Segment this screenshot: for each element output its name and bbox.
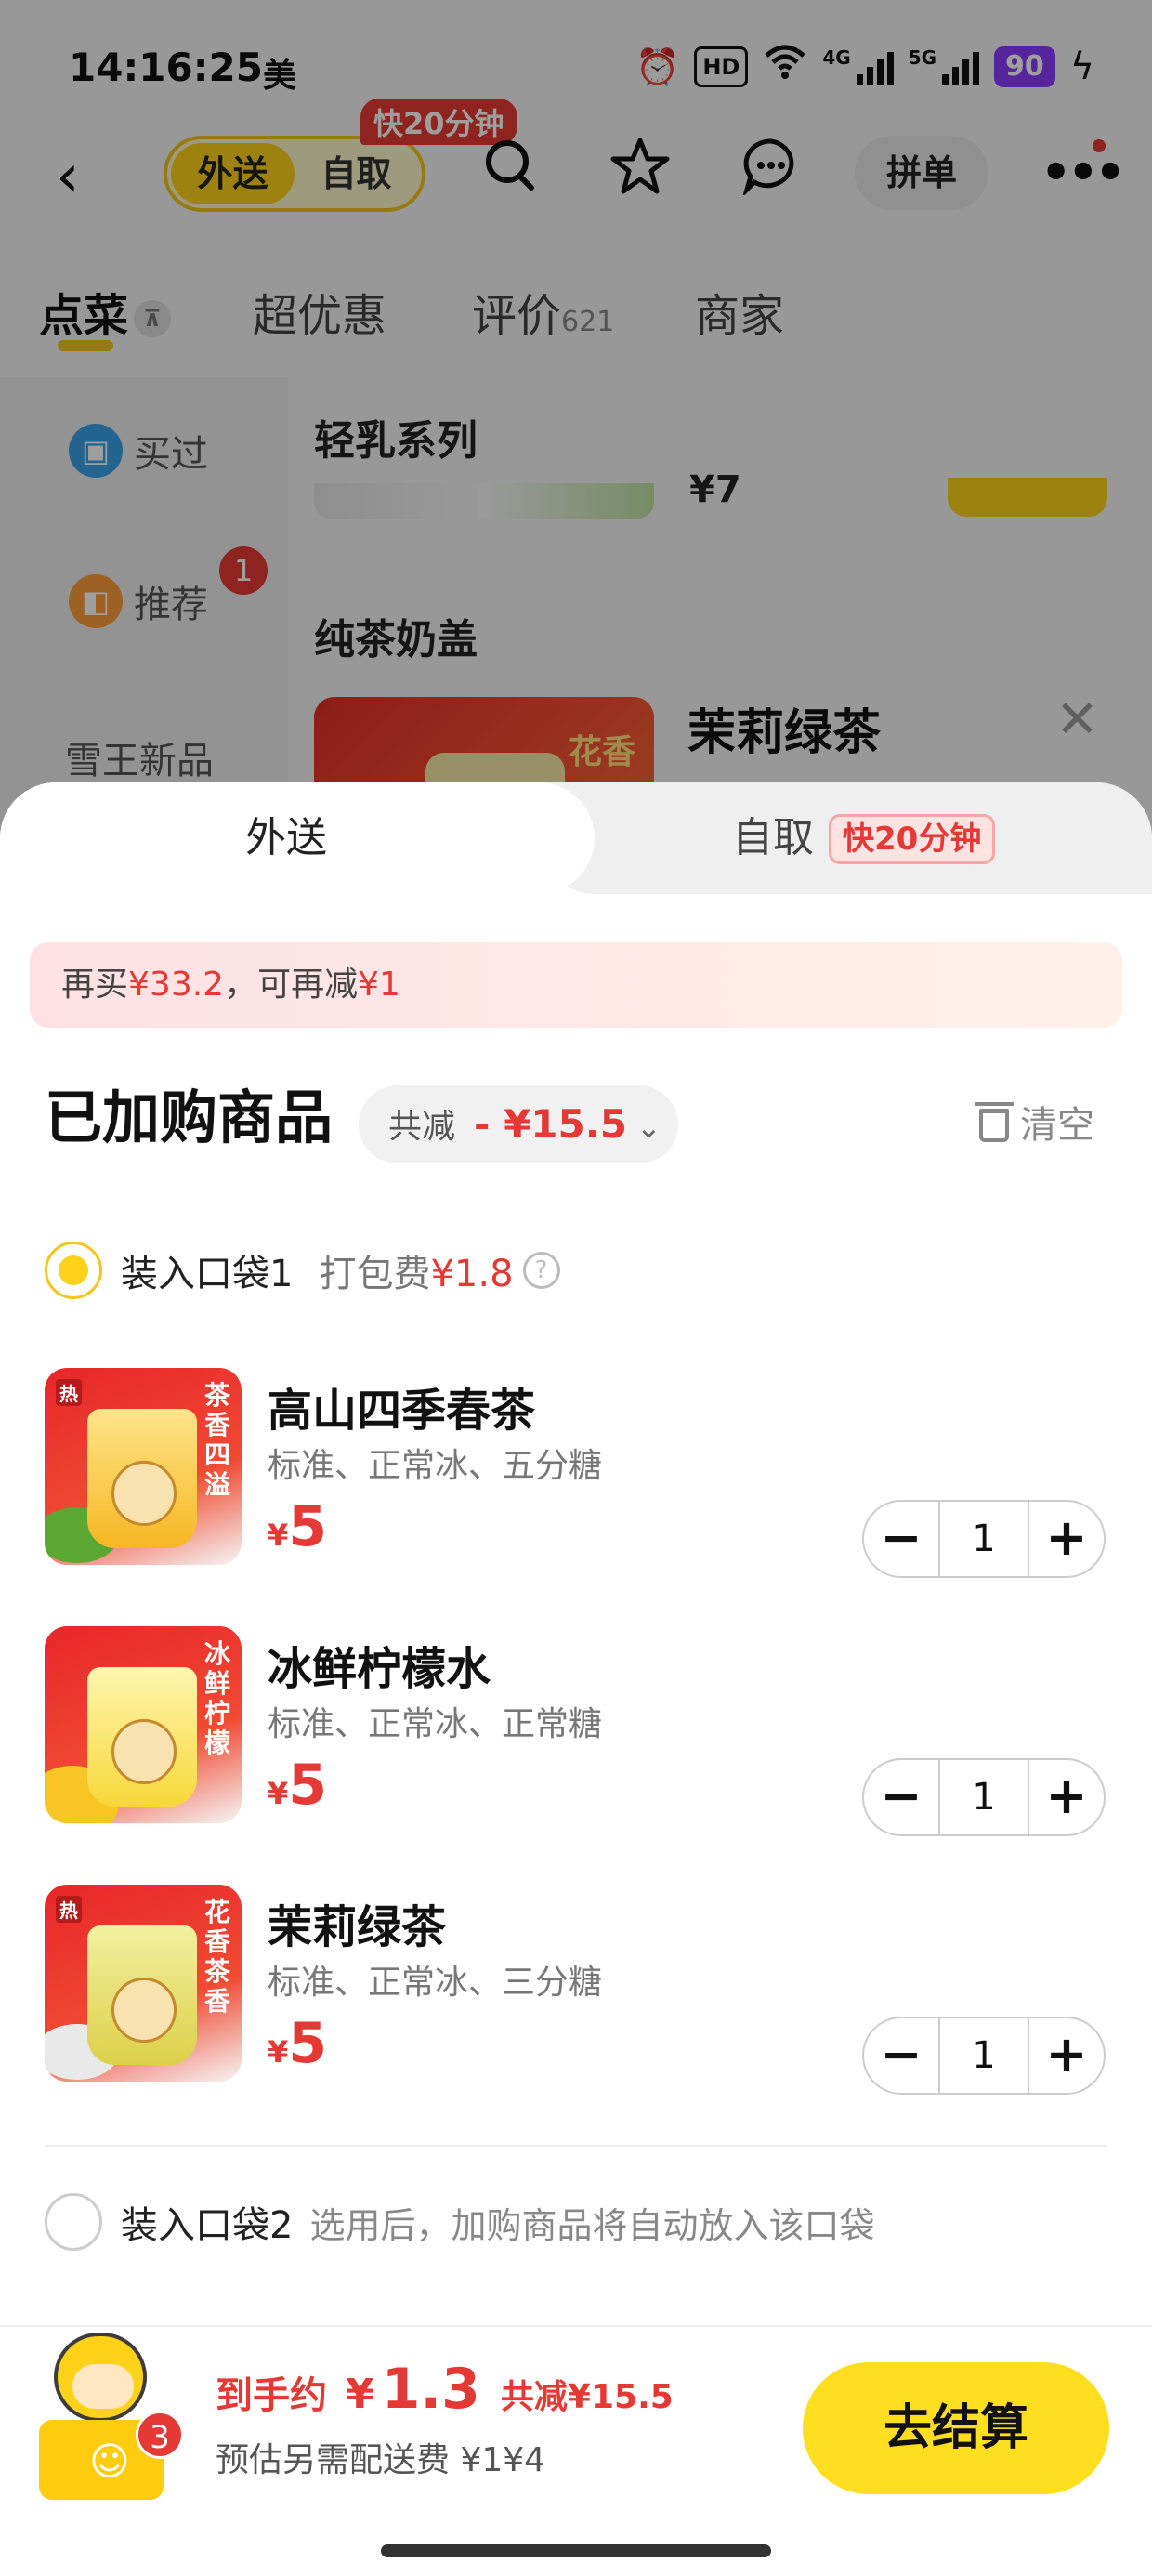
item-image-tag: 冰鲜柠檬 [203, 1638, 230, 1758]
clear-cart-button[interactable]: 清空 [975, 1095, 1094, 1156]
item-spec: 标准、正常冰、三分糖 [268, 1964, 603, 2002]
discount-value: - ¥15.5 [474, 1101, 627, 1147]
quantity-stepper: − 1 + [862, 1758, 1106, 1836]
quantity-value[interactable]: 1 [938, 2017, 1029, 2094]
item-image-tag: 茶香四溢 [203, 1380, 230, 1500]
cart-item: 冰鲜柠檬 冰鲜柠檬水 标准、正常冰、正常糖 ¥5 − 1 + [45, 1626, 1107, 1840]
decrease-button[interactable]: − [864, 1502, 938, 1576]
item-image-tag: 花香茶香 [203, 1897, 230, 2017]
bag2-row[interactable]: 装入口袋2 选用后，加购商品将自动放入该口袋 [45, 2193, 874, 2251]
bag2-hint: 选用后，加购商品将自动放入该口袋 [309, 2204, 875, 2246]
increase-button[interactable]: + [1029, 2018, 1104, 2093]
help-icon[interactable]: ? [522, 1252, 560, 1289]
item-name: 高山四季春茶 [268, 1385, 536, 1437]
cart-sheet: 外送 自取 快20分钟 再买¥33.2，可再减¥1 已加购商品 共减 - ¥15.… [0, 782, 1152, 2576]
bag1-radio[interactable] [45, 1242, 102, 1299]
quantity-stepper: − 1 + [862, 2017, 1106, 2095]
checkout-button[interactable]: 去结算 [803, 2362, 1109, 2494]
pickup-fast-badge: 快20分钟 [829, 814, 996, 864]
delivery-fee-note: 预估另需配送费 ¥1¥4 [216, 2441, 546, 2479]
dim-overlay[interactable] [0, 0, 1152, 836]
bag1-label: 装入口袋1 [121, 1253, 294, 1295]
trash-icon [975, 1102, 1014, 1142]
cart-item: 热 花香茶香 茉莉绿茶 标准、正常冰、三分糖 ¥5 − 1 + [45, 1885, 1107, 2098]
item-name: 茉莉绿茶 [268, 1901, 447, 1953]
increase-button[interactable]: + [1029, 1502, 1104, 1576]
item-name: 冰鲜柠檬水 [268, 1643, 491, 1695]
quantity-value[interactable]: 1 [938, 1501, 1029, 1577]
tab-pickup-label: 自取 [732, 814, 814, 861]
added-items-title: 已加购商品 [45, 1084, 334, 1151]
discount-summary-button[interactable]: 共减 - ¥15.5 ⌄ [359, 1085, 678, 1163]
checkout-bar: ☺ 3 到手约 ¥ 1.3 共减¥15.5 预估另需配送费 ¥1¥4 去结算 [0, 2325, 1152, 2576]
item-price: ¥5 [268, 1494, 328, 1559]
total-saving: 共减¥15.5 [500, 2378, 674, 2416]
increase-button[interactable]: + [1029, 1760, 1104, 1834]
quantity-value[interactable]: 1 [938, 1759, 1029, 1835]
item-price: ¥5 [268, 1753, 328, 1818]
item-image[interactable]: 冰鲜柠檬 [45, 1626, 242, 1823]
divider [45, 2145, 1107, 2147]
bag1-row[interactable]: 装入口袋1 打包费¥1.8 ? [45, 1242, 560, 1299]
item-spec: 标准、正常冰、正常糖 [268, 1705, 603, 1743]
cart-item: 热 茶香四溢 高山四季春茶 标准、正常冰、五分糖 ¥5 − 1 + [45, 1368, 1107, 1582]
item-price: ¥5 [268, 2011, 328, 2076]
final-price: 到手约 ¥ 1.3 共减¥15.5 [216, 2357, 674, 2422]
item-spec: 标准、正常冰、五分糖 [268, 1447, 603, 1485]
promo-banner: 再买¥33.2，可再减¥1 [30, 942, 1122, 1028]
final-price-value: 1.3 [381, 2357, 480, 2422]
bag2-radio[interactable] [45, 2193, 102, 2251]
packing-fee: 打包费¥1.8 [319, 1253, 514, 1295]
home-indicator[interactable] [381, 2544, 771, 2557]
tab-delivery-label: 外送 [245, 814, 327, 861]
bag2-label: 装入口袋2 [121, 2204, 294, 2247]
item-image[interactable]: 热 花香茶香 [45, 1885, 242, 2082]
chevron-down-icon: ⌄ [635, 1110, 661, 1145]
item-image[interactable]: 热 茶香四溢 [45, 1368, 242, 1565]
decrease-button[interactable]: − [864, 1760, 938, 1834]
quantity-stepper: − 1 + [862, 1500, 1106, 1578]
cart-count-badge: 3 [136, 2411, 184, 2459]
decrease-button[interactable]: − [864, 2018, 938, 2093]
sheet-tabs: 外送 自取 快20分钟 [0, 782, 1152, 894]
